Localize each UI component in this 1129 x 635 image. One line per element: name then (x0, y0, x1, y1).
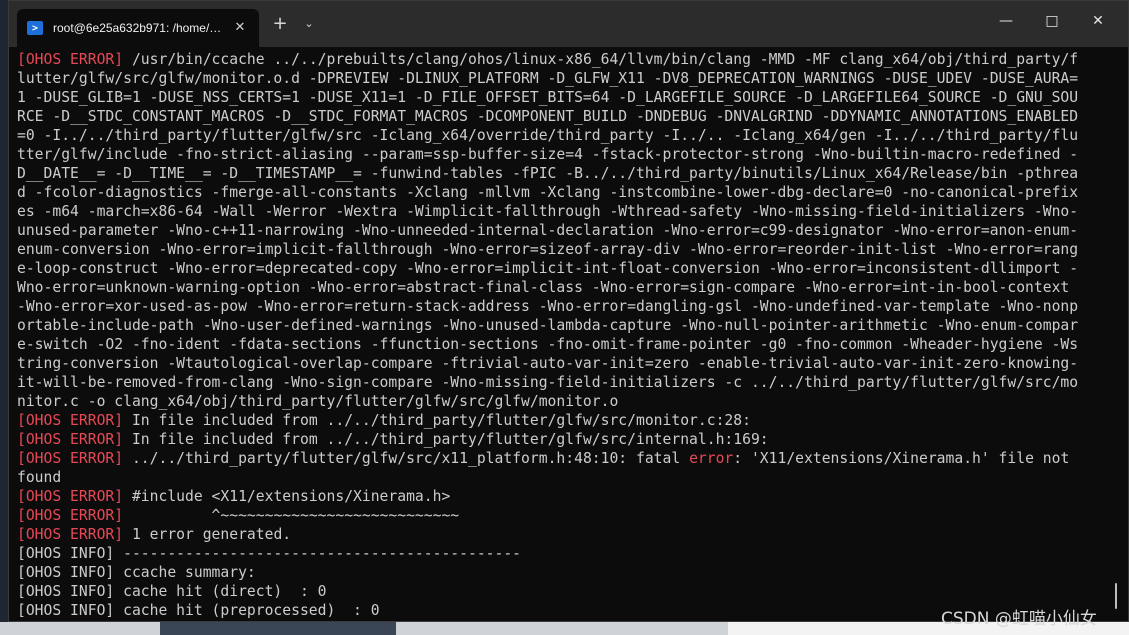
terminal-line: tring-conversion -Wtautological-overlap-… (17, 354, 1107, 373)
terminal-line: [OHOS ERROR] In file included from ../..… (17, 430, 1107, 449)
error-prefix: [OHOS ERROR] (17, 431, 124, 448)
terminal-line: lutter/glfw/src/glfw/monitor.o.d -DPREVI… (17, 69, 1107, 88)
line-text: e-switch -O2 -fno-ident -fdata-sections … (17, 336, 1079, 353)
desktop-background-left (0, 0, 8, 635)
line-text: e-loop-construct -Wno-error=deprecated-c… (17, 260, 1079, 277)
minimize-button[interactable]: — (983, 1, 1029, 41)
error-prefix: [OHOS ERROR] (17, 488, 124, 505)
tab-title: root@6e25a632b971: /home/… (53, 21, 222, 35)
terminal-line: [OHOS INFO] ccache summary: (17, 563, 1107, 582)
line-text: Wno-error=unknown-warning-option -Wno-er… (17, 279, 1070, 296)
watermark: CSDN @虹喵小仙女 (941, 609, 1097, 629)
line-text: nitor.c -o clang_x64/obj/third_party/flu… (17, 393, 619, 410)
line-text: ../../third_party/flutter/glfw/src/x11_p… (123, 450, 690, 467)
line-text: tring-conversion -Wtautological-overlap-… (17, 355, 1079, 372)
terminal-line: =0 -I../../third_party/flutter/glfw/src … (17, 126, 1107, 145)
line-text: In file included from ../../third_party/… (123, 431, 769, 448)
line-text: [OHOS INFO] cache hit (direct) : 0 (17, 583, 327, 600)
chevron-down-icon[interactable]: ⌄ (299, 11, 319, 37)
terminal-line: ortable-include-path -Wno-user-defined-w… (17, 316, 1107, 335)
powershell-terminal-icon: > (27, 21, 43, 35)
error-prefix: [OHOS ERROR] (17, 51, 124, 68)
close-tab-icon[interactable]: ✕ (231, 19, 249, 37)
error-prefix: [OHOS ERROR] (17, 526, 124, 543)
error-prefix: [OHOS ERROR] (17, 507, 124, 524)
terminal-line: nitor.c -o clang_x64/obj/third_party/flu… (17, 392, 1107, 411)
new-tab-button[interactable]: + (269, 11, 291, 37)
line-text: In file included from ../../third_party/… (123, 412, 751, 429)
line-text: tter/glfw/include -fno-strict-aliasing -… (17, 146, 1079, 163)
error-prefix: [OHOS ERROR] (17, 450, 124, 467)
line-text: 1 error generated. (123, 526, 292, 543)
terminal-window: > root@6e25a632b971: /home/… ✕ + ⌄ — □ ✕… (8, 0, 1129, 622)
terminal-line: [OHOS ERROR] #include <X11/extensions/Xi… (17, 487, 1107, 506)
terminal-output[interactable]: [OHOS ERROR] /usr/bin/ccache ../../prebu… (17, 47, 1107, 626)
terminal-line: [OHOS ERROR] ^~~~~~~~~~~~~~~~~~~~~~~~~~~… (17, 506, 1107, 525)
line-text: #include <X11/extensions/Xinerama.h> (123, 488, 451, 505)
terminal-line: unused-parameter -Wno-c++11-narrowing -W… (17, 221, 1107, 240)
terminal-line: [OHOS ERROR] In file included from ../..… (17, 411, 1107, 430)
terminal-line: D__DATE__= -D__TIME__= -D__TIMESTAMP__= … (17, 164, 1107, 183)
maximize-button[interactable]: □ (1029, 1, 1075, 41)
line-text: /usr/bin/ccache ../../prebuilts/clang/oh… (123, 51, 1079, 68)
terminal-line: es -m64 -march=x86-64 -Wall -Werror -Wex… (17, 202, 1107, 221)
terminal-tab[interactable]: > root@6e25a632b971: /home/… ✕ (17, 9, 259, 47)
line-text-tail: : 'X11/extensions/Xinerama.h' file not (733, 450, 1070, 467)
line-text: ^~~~~~~~~~~~~~~~~~~~~~~~~~~~ (123, 507, 460, 524)
line-text: enum-conversion -Wno-error=implicit-fall… (17, 241, 1079, 258)
line-text: lutter/glfw/src/glfw/monitor.o.d -DPREVI… (17, 70, 1079, 87)
scrollbar[interactable] (1115, 583, 1117, 609)
line-text: d -fcolor-diagnostics -fmerge-all-consta… (17, 184, 1079, 201)
terminal-line: Wno-error=unknown-warning-option -Wno-er… (17, 278, 1107, 297)
line-text: [OHOS INFO] cache hit (preprocessed) : 0 (17, 602, 380, 619)
line-text: unused-parameter -Wno-c++11-narrowing -W… (17, 222, 1079, 239)
title-bar: > root@6e25a632b971: /home/… ✕ + ⌄ — □ ✕ (9, 1, 1128, 47)
terminal-line: RCE -D__STDC_CONSTANT_MACROS -D__STDC_FO… (17, 107, 1107, 126)
line-text: found (17, 469, 62, 486)
terminal-line: [OHOS INFO] ----------------------------… (17, 544, 1107, 563)
line-text: it-will-be-removed-from-clang -Wno-sign-… (17, 374, 1079, 391)
line-text: D__DATE__= -D__TIME__= -D__TIMESTAMP__= … (17, 165, 1079, 182)
terminal-line: -Wno-error=xor-used-as-pow -Wno-error=re… (17, 297, 1107, 316)
line-text: RCE -D__STDC_CONSTANT_MACROS -D__STDC_FO… (17, 108, 1079, 125)
terminal-line: 1 -DUSE_GLIB=1 -DUSE_NSS_CERTS=1 -DUSE_X… (17, 88, 1107, 107)
terminal-line: [OHOS ERROR] ../../third_party/flutter/g… (17, 449, 1107, 468)
error-prefix: [OHOS ERROR] (17, 412, 124, 429)
terminal-line: found (17, 468, 1107, 487)
terminal-line: [OHOS INFO] cache hit (direct) : 0 (17, 582, 1107, 601)
terminal-line: d -fcolor-diagnostics -fmerge-all-consta… (17, 183, 1107, 202)
line-text: =0 -I../../third_party/flutter/glfw/src … (17, 127, 1079, 144)
line-text: 1 -DUSE_GLIB=1 -DUSE_NSS_CERTS=1 -DUSE_X… (17, 89, 1079, 106)
line-text: -Wno-error=xor-used-as-pow -Wno-error=re… (17, 298, 1079, 315)
line-text: [OHOS INFO] ccache summary: (17, 564, 256, 581)
terminal-line: e-loop-construct -Wno-error=deprecated-c… (17, 259, 1107, 278)
terminal-line: [OHOS ERROR] /usr/bin/ccache ../../prebu… (17, 50, 1107, 69)
line-text: ortable-include-path -Wno-user-defined-w… (17, 317, 1079, 334)
terminal-line: [OHOS ERROR] 1 error generated. (17, 525, 1107, 544)
line-text: [OHOS INFO] ----------------------------… (17, 545, 522, 562)
terminal-line: tter/glfw/include -fno-strict-aliasing -… (17, 145, 1107, 164)
terminal-line: it-will-be-removed-from-clang -Wno-sign-… (17, 373, 1107, 392)
error-keyword: error (689, 450, 734, 467)
line-text: es -m64 -march=x86-64 -Wall -Werror -Wex… (17, 203, 1079, 220)
terminal-line: enum-conversion -Wno-error=implicit-fall… (17, 240, 1107, 259)
close-window-button[interactable]: ✕ (1075, 1, 1121, 41)
terminal-line: e-switch -O2 -fno-ident -fdata-sections … (17, 335, 1107, 354)
